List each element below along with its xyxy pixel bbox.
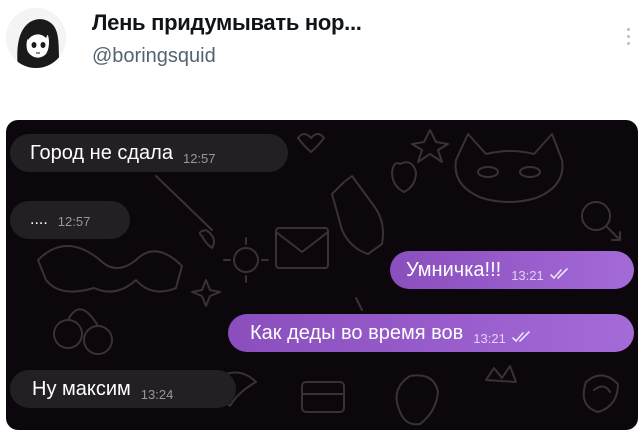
user-avatar[interactable] [6, 8, 66, 68]
anime-girl-avatar-icon [6, 8, 66, 68]
more-vertical-icon[interactable] [626, 28, 632, 50]
message-text: Умничка!!! [406, 258, 502, 281]
strawberry-icon [391, 161, 417, 193]
cherry-icon [53, 319, 83, 349]
eggplant-icon [395, 374, 439, 426]
double-check-icon [549, 268, 568, 280]
cat-mask-icon [454, 133, 564, 203]
message-incoming[interactable]: Город не сдала 12:57 [10, 134, 288, 172]
message-outgoing[interactable]: Как деды во время вов 13:21 [228, 314, 634, 352]
display-name[interactable]: Лень придумывать нор... [92, 10, 362, 36]
message-outgoing[interactable]: Умничка!!! 13:21 [390, 251, 634, 289]
arrow-icon [155, 175, 213, 231]
message-text: .... [30, 211, 48, 228]
tweet-header: Лень придумывать нор... @boringsquid [0, 0, 640, 118]
message-time: 13:21 [473, 330, 506, 346]
message-incoming[interactable]: .... 12:57 [10, 201, 130, 239]
envelope-icon [275, 227, 329, 269]
message-time: 13:24 [140, 386, 174, 402]
message-incoming[interactable]: Ну максим 13:24 [10, 370, 236, 408]
message-time: 12:57 [57, 213, 91, 229]
message-text: Город не сдала [30, 141, 173, 164]
chest-icon [301, 381, 345, 413]
message-text: Ну максим [32, 377, 131, 400]
bottle-icon [331, 175, 384, 255]
user-handle[interactable]: @boringsquid [92, 45, 216, 68]
message-text: Как деды во время вов [250, 321, 464, 344]
crown-icon [485, 365, 517, 383]
chat-screenshot: Город не сдала 12:57 .... 12:57 Умничка!… [6, 120, 638, 430]
message-time: 12:57 [182, 150, 216, 166]
bottom-margin [0, 430, 640, 443]
double-check-icon [512, 331, 530, 343]
message-time: 13:21 [511, 267, 544, 283]
lace-bra-icon [37, 245, 183, 293]
rose-icon [582, 374, 619, 413]
